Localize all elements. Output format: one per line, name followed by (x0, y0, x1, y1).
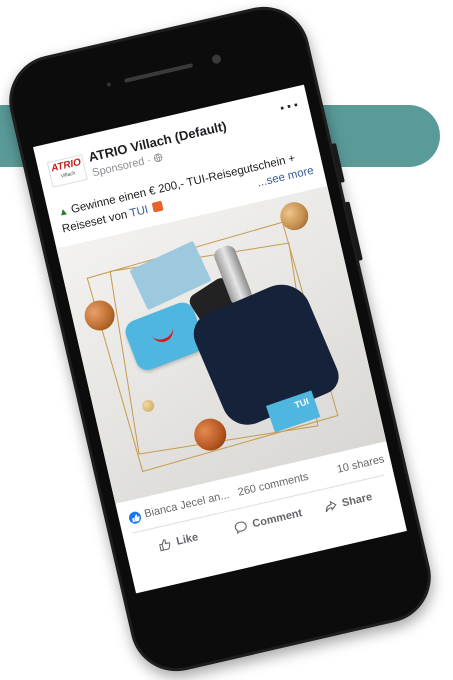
reaction-like-icon (127, 510, 143, 525)
share-label: Share (340, 491, 374, 510)
tui-tag-label: TUI (293, 396, 311, 411)
more-options-button[interactable]: ··· (277, 94, 302, 119)
gift-emoji-icon (151, 200, 164, 213)
tui-smile-logo (150, 323, 177, 346)
tui-mention-link[interactable]: TUI (129, 204, 150, 220)
tree-emoji-icon: ▲ (57, 205, 70, 219)
like-label: Like (175, 531, 200, 548)
post-image[interactable]: TUI (56, 185, 387, 504)
like-icon (159, 539, 171, 552)
globe-icon (153, 153, 163, 163)
page-avatar-logo[interactable]: ATRIO Villach (46, 154, 88, 188)
shares-count[interactable]: 10 shares (336, 453, 386, 476)
share-button[interactable]: Share (321, 484, 375, 520)
smartphone: ATRIO Villach ATRIO Villach (Default) Sp… (0, 0, 440, 680)
comment-label: Comment (251, 507, 304, 531)
share-icon (325, 500, 337, 513)
comment-icon (234, 521, 247, 535)
like-button[interactable]: Like (155, 524, 201, 559)
